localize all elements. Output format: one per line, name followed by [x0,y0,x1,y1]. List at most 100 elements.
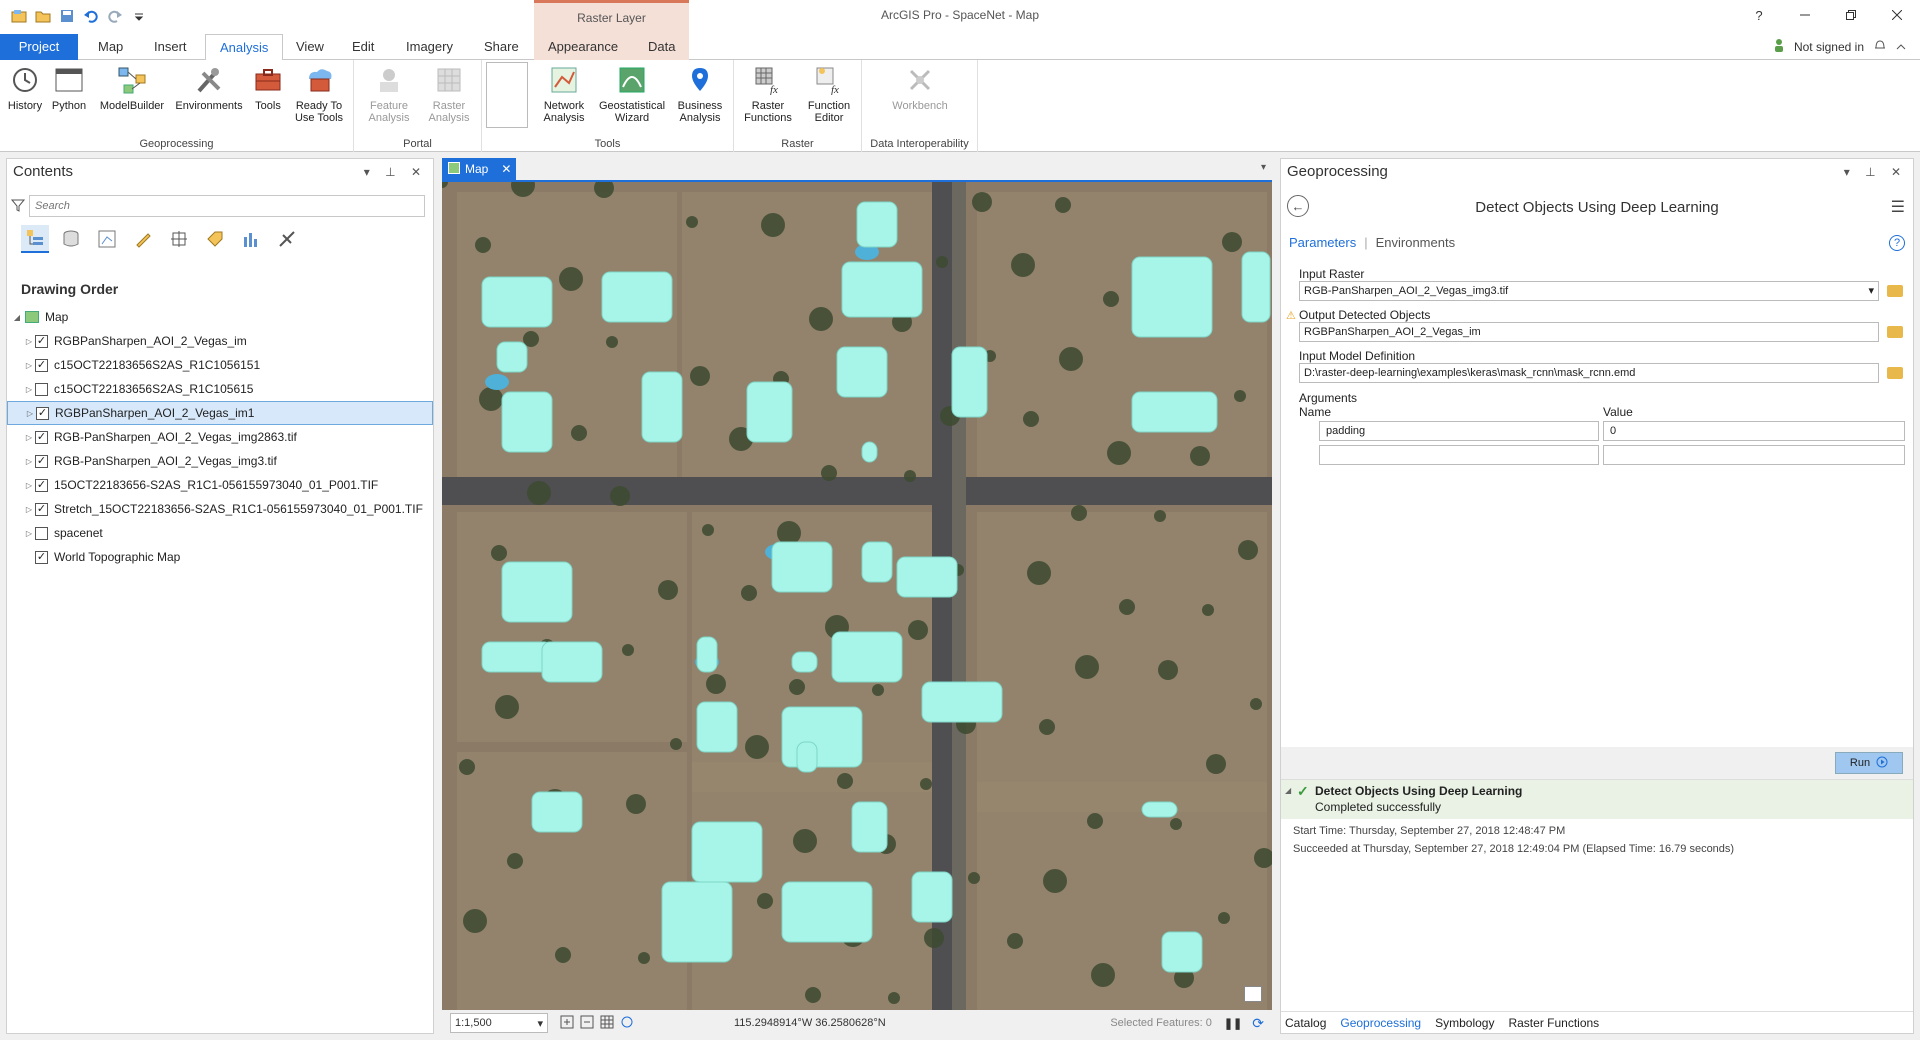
minimize-button[interactable] [1782,0,1828,30]
tab-analysis[interactable]: Analysis [205,34,284,61]
collapse-icon[interactable]: ◢ [1285,786,1291,795]
notification-icon[interactable] [1874,38,1886,55]
expand-icon[interactable]: ▷ [23,385,35,394]
layer-visibility-checkbox[interactable]: ✓ [35,334,48,348]
modelbuilder-button[interactable]: ModelBuilder [94,62,170,112]
layer-item[interactable]: ▷ ✓ RGBPanSharpen_AOI_2_Vegas_im [7,329,433,353]
raster-analysis-button[interactable]: Raster Analysis [420,62,478,124]
list-by-drawing-order-icon[interactable] [21,225,49,253]
collapse-icon[interactable]: ◢ [11,313,23,322]
browse-folder-icon[interactable] [1887,326,1903,338]
layer-item[interactable]: ▷ ✓ Stretch_15OCT22183656-S2AS_R1C1-056155… [7,497,433,521]
close-window-button[interactable] [1874,0,1920,30]
layer-visibility-checkbox[interactable]: ✓ [35,358,48,372]
help-icon[interactable]: ? [1889,235,1905,251]
layer-visibility-checkbox[interactable]: ✓ [35,550,48,564]
list-by-editing-icon[interactable] [129,225,157,253]
layer-visibility-checkbox[interactable] [35,382,48,396]
expand-icon[interactable]: ▷ [23,457,35,466]
tab-data[interactable]: Data [634,34,689,60]
layer-visibility-checkbox[interactable]: ✓ [35,502,48,516]
list-by-snapping-icon[interactable] [165,225,193,253]
list-by-selection-icon[interactable] [93,225,121,253]
save-icon[interactable] [58,8,76,24]
tab-raster-functions[interactable]: Raster Functions [1508,1016,1599,1030]
layer-visibility-checkbox[interactable]: ✓ [35,430,48,444]
tab-imagery[interactable]: Imagery [392,34,467,60]
restore-button[interactable] [1828,0,1874,30]
layer-visibility-checkbox[interactable]: ✓ [35,478,48,492]
argument-name-cell[interactable]: padding [1319,421,1599,441]
browse-folder-icon[interactable] [1887,285,1903,297]
raster-functions-button[interactable]: fx Raster Functions [738,62,798,124]
layer-visibility-checkbox[interactable]: ✓ [35,454,48,468]
grid-icon[interactable] [600,1015,614,1032]
pane-controls[interactable]: ▾ ⊥ ✕ [1844,159,1907,185]
list-by-perspective-icon[interactable] [273,225,301,253]
undo-icon[interactable] [82,8,100,24]
fixed-zoom-icon[interactable] [560,1015,574,1032]
expand-icon[interactable]: ▷ [23,481,35,490]
environments-button[interactable]: Environments [172,62,246,112]
layer-visibility-checkbox[interactable]: ✓ [36,406,49,420]
fixed-zoom-out-icon[interactable] [580,1015,594,1032]
argument-value-empty-cell[interactable] [1603,445,1905,465]
tab-appearance[interactable]: Appearance [534,34,632,60]
filter-icon[interactable] [10,198,26,215]
close-map-tab-icon[interactable]: ✕ [501,162,511,176]
list-by-labeling-icon[interactable] [201,225,229,253]
scale-selector[interactable]: 1:1,500 ▾ [450,1013,548,1033]
tab-project[interactable]: Project [0,34,78,60]
layer-item[interactable]: ✓ World Topographic Map [7,545,433,569]
argument-name-empty-cell[interactable] [1319,445,1599,465]
tab-share[interactable]: Share [470,34,533,60]
geostatistical-wizard-button[interactable]: Geostatistical Wizard [596,62,668,124]
ready-to-use-tools-button[interactable]: Ready To Use Tools [290,62,348,124]
help-button[interactable]: ? [1736,0,1782,30]
refresh-icon[interactable]: ⟳ [1252,1015,1264,1032]
tools-button[interactable]: Tools [250,62,286,112]
tab-insert[interactable]: Insert [140,34,201,60]
feature-analysis-button[interactable]: Feature Analysis [360,62,418,124]
expand-icon[interactable]: ▷ [23,529,35,538]
run-button[interactable]: Run [1835,752,1903,774]
layer-item[interactable]: ▷ ✓ RGB-PanSharpen_AOI_2_Vegas_img3.tif [7,449,433,473]
map-overview-icon[interactable] [1244,986,1262,1002]
layer-item[interactable]: ▷ ✓ 15OCT22183656-S2AS_R1C1-056155973040_0… [7,473,433,497]
python-button[interactable]: Python [48,62,90,112]
new-project-icon[interactable] [10,8,28,24]
redo-icon[interactable] [106,8,124,24]
input-model-definition-field[interactable]: D:\raster-deep-learning\examples\keras\m… [1299,363,1879,383]
function-editor-button[interactable]: fx Function Editor [800,62,858,124]
pane-controls[interactable]: ▾ ⊥ ✕ [364,159,427,185]
map-view-tab[interactable]: Map ✕ [442,158,516,180]
map-canvas[interactable] [442,180,1272,1010]
tab-environments[interactable]: Environments [1376,235,1455,250]
list-by-data-source-icon[interactable] [57,225,85,253]
tab-symbology[interactable]: Symbology [1435,1016,1494,1030]
signin-link[interactable]: Not signed in [1794,40,1864,54]
layer-item[interactable]: ▷ c15OCT22183656S2AS_R1C105615 [7,377,433,401]
workbench-button[interactable]: Workbench [880,62,960,112]
map-node[interactable]: ◢ Map [7,305,433,329]
layer-item[interactable]: ▷ ✓ c15OCT22183656S2AS_R1C1056151 [7,353,433,377]
contents-search-input[interactable] [29,195,425,217]
customize-qat-icon[interactable] [130,8,148,24]
expand-icon[interactable]: ▷ [23,337,35,346]
expand-icon[interactable]: ▷ [23,433,35,442]
network-analysis-button[interactable]: Network Analysis [534,62,594,124]
browse-folder-icon[interactable] [1887,367,1903,379]
tab-geoprocessing[interactable]: Geoprocessing [1340,1016,1421,1030]
layer-item[interactable]: ▷ spacenet [7,521,433,545]
hamburger-menu-icon[interactable]: ☰ [1891,197,1905,217]
tab-edit[interactable]: Edit [338,34,388,60]
layer-item[interactable]: ▷ ✓ RGBPanSharpen_AOI_2_Vegas_im1 [7,401,433,425]
argument-value-cell[interactable]: 0 [1603,421,1905,441]
layer-visibility-checkbox[interactable] [35,526,48,540]
map-tab-menu-icon[interactable]: ▾ [1261,162,1266,173]
layer-item[interactable]: ▷ ✓ RGB-PanSharpen_AOI_2_Vegas_img2863.tif [7,425,433,449]
tab-catalog[interactable]: Catalog [1285,1016,1326,1030]
output-detected-objects-field[interactable]: RGBPanSharpen_AOI_2_Vegas_im [1299,322,1879,342]
tab-map[interactable]: Map [84,34,137,60]
expand-icon[interactable]: ▷ [23,505,35,514]
